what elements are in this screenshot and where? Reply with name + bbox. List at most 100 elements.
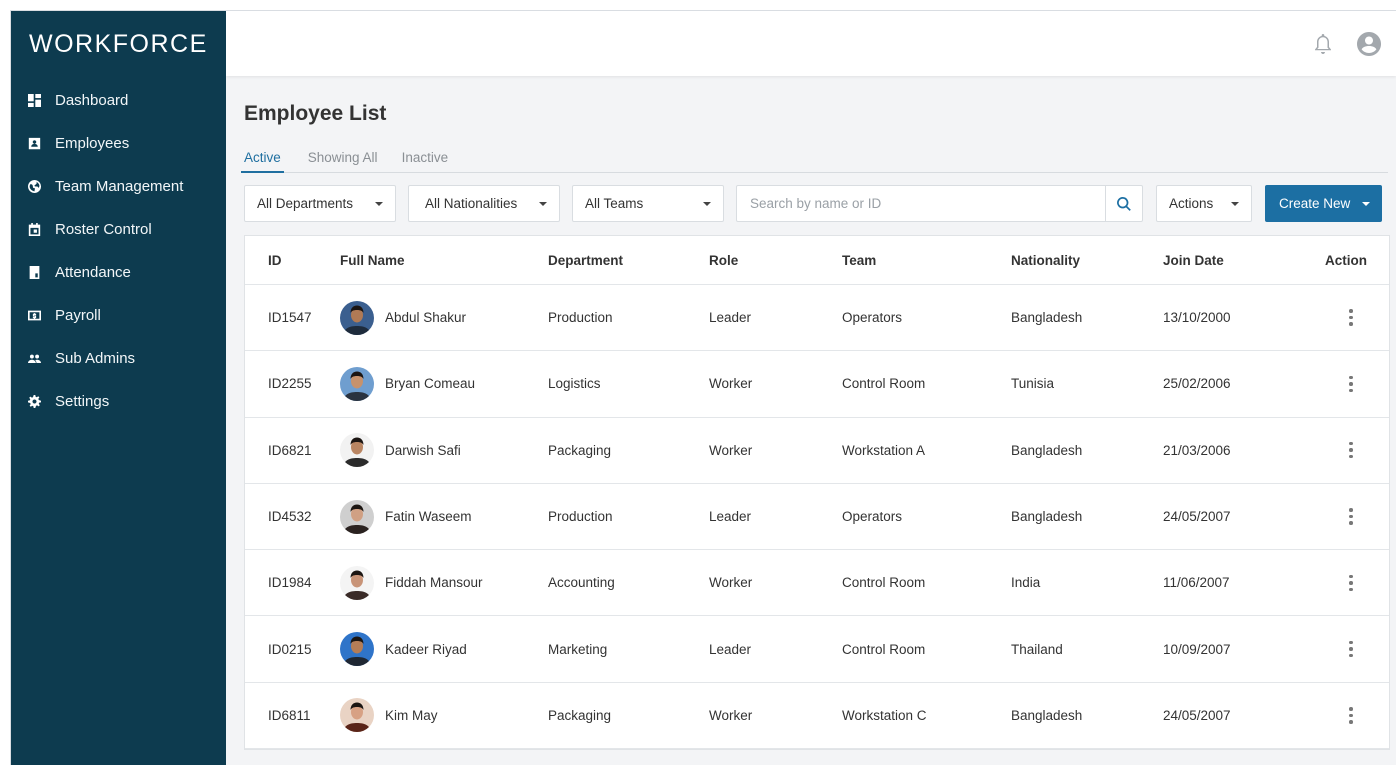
- tab-inactive[interactable]: Inactive: [402, 140, 449, 173]
- employee-team: Operators: [842, 310, 903, 326]
- tab-active[interactable]: Active: [241, 140, 284, 173]
- sidebar-item-settings[interactable]: Settings: [11, 380, 226, 423]
- create-new-label: Create New: [1279, 196, 1351, 211]
- sidebar-item-label: Sub Admins: [55, 350, 136, 367]
- table-header: ID Full Name Department Role Team Nation…: [245, 236, 1389, 285]
- bell-icon[interactable]: [1310, 31, 1336, 57]
- more-vertical-icon[interactable]: [1349, 640, 1353, 658]
- employee-nationality: Bangladesh: [1011, 509, 1083, 525]
- column-header-nationality[interactable]: Nationality: [1011, 253, 1163, 268]
- create-new-button[interactable]: Create New: [1265, 185, 1383, 222]
- more-vertical-icon[interactable]: [1349, 309, 1353, 326]
- avatar[interactable]: [340, 565, 374, 600]
- team-filter-select[interactable]: All Teams: [572, 185, 724, 222]
- employee-name[interactable]: Bryan Comeau: [385, 376, 475, 391]
- table-row[interactable]: ID2255 Bryan Comeau Logistics Worker Control…: [245, 351, 1389, 418]
- user-circle-icon[interactable]: [1356, 31, 1382, 57]
- sidebar-item-label: Payroll: [55, 307, 101, 324]
- employee-name[interactable]: Kadeer Riyad: [385, 642, 467, 657]
- nationality-filter-select[interactable]: All Nationalities: [408, 185, 560, 222]
- employee-nationality: Bangladesh: [1011, 442, 1083, 458]
- column-header-role[interactable]: Role: [709, 253, 842, 268]
- employee-name[interactable]: Darwish Safi: [385, 443, 461, 458]
- avatar-photo: [340, 366, 374, 401]
- more-vertical-icon[interactable]: [1349, 375, 1353, 393]
- actions-dropdown[interactable]: Actions: [1156, 185, 1252, 222]
- table-row[interactable]: ID6811 Kim May Packaging Worker Workstation …: [245, 683, 1389, 750]
- column-header-id[interactable]: ID: [245, 253, 340, 268]
- page-content: Employee List Active Showing All Inactiv…: [226, 102, 1396, 751]
- employee-department: Accounting: [548, 575, 615, 591]
- sidebar: WORKFORCE Dashboard Employees Team Manag…: [11, 11, 226, 765]
- employee-id: ID1984: [268, 575, 312, 591]
- team-filter-value: All Teams: [585, 196, 644, 211]
- avatar[interactable]: [340, 632, 374, 667]
- gear-icon: [28, 395, 41, 408]
- employee-join-date: 24/05/2007: [1163, 509, 1231, 525]
- more-vertical-icon[interactable]: [1349, 707, 1353, 724]
- more-vertical-icon[interactable]: [1349, 508, 1353, 525]
- avatar[interactable]: [340, 300, 374, 335]
- employee-join-date: 11/06/2007: [1163, 575, 1230, 591]
- search-input[interactable]: [737, 186, 1105, 221]
- employee-name[interactable]: Abdul Shakur: [385, 310, 466, 325]
- column-header-department[interactable]: Department: [548, 253, 709, 268]
- chevron-down-icon: [539, 201, 547, 206]
- status-tabs: Active Showing All Inactive: [241, 140, 1388, 173]
- employee-nationality: Thailand: [1011, 641, 1063, 657]
- avatar[interactable]: [340, 433, 374, 468]
- sidebar-item-label: Employees: [55, 135, 130, 152]
- employee-name-cell: Darwish Safi: [340, 433, 548, 468]
- column-header-join-date[interactable]: Join Date: [1163, 253, 1299, 268]
- employee-id: ID0215: [268, 641, 312, 657]
- employee-department: Logistics: [548, 376, 601, 392]
- more-vertical-icon[interactable]: [1349, 441, 1353, 459]
- table-row[interactable]: ID1547 Abdul Shakur Production Leader Operat…: [245, 285, 1389, 352]
- employee-role: Leader: [709, 310, 752, 326]
- money-icon: [28, 309, 41, 322]
- table-row[interactable]: ID1984 Fiddah Mansour Accounting Worker Cont…: [245, 550, 1389, 617]
- more-vertical-icon[interactable]: [1349, 574, 1353, 592]
- department-filter-select[interactable]: All Departments: [244, 185, 396, 222]
- sidebar-item-attendance[interactable]: Attendance: [11, 251, 226, 294]
- search-icon: [1117, 196, 1131, 211]
- sidebar-item-team-management[interactable]: Team Management: [11, 165, 226, 208]
- avatar[interactable]: [340, 698, 374, 733]
- column-header-full-name[interactable]: Full Name: [340, 253, 548, 268]
- page-title: Employee List: [244, 102, 387, 125]
- employee-name-cell: Fiddah Mansour: [340, 565, 548, 600]
- sidebar-item-roster-control[interactable]: Roster Control: [11, 208, 226, 251]
- avatar[interactable]: [340, 499, 374, 534]
- table-row[interactable]: ID0215 Kadeer Riyad Marketing Leader Control…: [245, 616, 1389, 683]
- employee-join-date: 21/03/2006: [1163, 442, 1231, 458]
- employee-table: ID Full Name Department Role Team Nation…: [244, 235, 1390, 751]
- brand-logo[interactable]: WORKFORCE: [11, 11, 226, 77]
- book-icon: [28, 266, 41, 279]
- employee-name[interactable]: Fatin Waseem: [385, 509, 472, 524]
- sidebar-item-employees[interactable]: Employees: [11, 122, 226, 165]
- avatar-photo: [340, 433, 374, 468]
- employee-nationality: Bangladesh: [1011, 310, 1083, 326]
- table-row[interactable]: ID6821 Darwish Safi Packaging Worker Worksta…: [245, 418, 1389, 484]
- sidebar-item-sub-admins[interactable]: Sub Admins: [11, 337, 226, 380]
- search-button[interactable]: [1105, 186, 1142, 221]
- employee-nationality: India: [1011, 575, 1041, 591]
- sidebar-item-dashboard[interactable]: Dashboard: [11, 79, 226, 122]
- search-box: [736, 185, 1143, 222]
- sidebar-item-payroll[interactable]: Payroll: [11, 294, 226, 337]
- employee-team: Control Room: [842, 641, 926, 657]
- tab-showing-all[interactable]: Showing All: [308, 140, 378, 173]
- employee-role: Leader: [709, 641, 752, 657]
- chevron-down-icon: [1362, 201, 1371, 206]
- employee-name-cell: Kim May: [340, 698, 548, 733]
- sidebar-item-label: Attendance: [55, 264, 131, 281]
- actions-label: Actions: [1169, 196, 1214, 211]
- column-header-action: Action: [1325, 252, 1367, 268]
- employee-department: Marketing: [548, 641, 608, 657]
- table-row[interactable]: ID4532 Fatin Waseem Production Leader Operat…: [245, 484, 1389, 551]
- avatar[interactable]: [340, 366, 374, 401]
- employee-name[interactable]: Fiddah Mansour: [385, 575, 483, 590]
- column-header-team[interactable]: Team: [842, 253, 1011, 268]
- employee-name[interactable]: Kim May: [385, 708, 438, 723]
- employee-team: Operators: [842, 509, 903, 525]
